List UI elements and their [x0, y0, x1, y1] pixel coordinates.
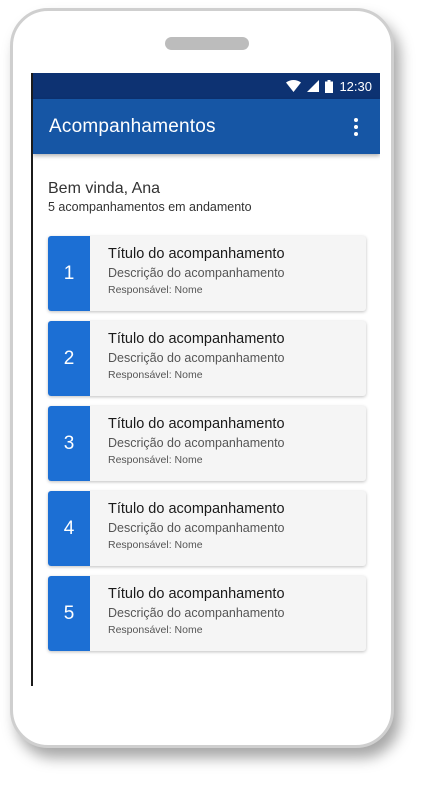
card-body: Título do acompanhamento Descrição do ac… [90, 576, 285, 651]
card-responsible: Responsável: Nome [108, 539, 203, 551]
card-description: Descrição do acompanhamento [108, 521, 285, 535]
status-time: 12:30 [339, 78, 372, 94]
card-body: Título do acompanhamento Descrição do ac… [90, 236, 285, 311]
card-description: Descrição do acompanhamento [108, 436, 285, 450]
card-responsible: Responsável: Nome [108, 454, 203, 466]
tracking-card[interactable]: 2 Título do acompanhamento Descrição do … [48, 321, 366, 396]
card-responsible: Responsável: Nome [108, 369, 203, 381]
card-title: Título do acompanhamento [108, 246, 285, 262]
phone-screen: 12:30 Acompanhamentos Bem vinda, Ana 5 a… [31, 73, 380, 686]
card-description: Descrição do acompanhamento [108, 351, 285, 365]
tracking-card[interactable]: 5 Título do acompanhamento Descrição do … [48, 576, 366, 651]
card-number-badge: 4 [48, 491, 90, 566]
battery-icon [325, 79, 334, 93]
tracking-list: 1 Título do acompanhamento Descrição do … [48, 236, 366, 651]
card-description: Descrição do acompanhamento [108, 266, 285, 280]
card-responsible: Responsável: Nome [108, 284, 203, 296]
app-title: Acompanhamentos [49, 115, 216, 137]
status-bar: 12:30 [33, 73, 380, 99]
card-responsible: Responsável: Nome [108, 624, 203, 636]
card-title: Título do acompanhamento [108, 331, 285, 347]
card-title: Título do acompanhamento [108, 416, 285, 432]
card-title: Título do acompanhamento [108, 586, 285, 602]
tracking-card[interactable]: 3 Título do acompanhamento Descrição do … [48, 406, 366, 481]
app-bar: Acompanhamentos [33, 99, 380, 154]
card-description: Descrição do acompanhamento [108, 606, 285, 620]
tracking-card[interactable]: 1 Título do acompanhamento Descrição do … [48, 236, 366, 311]
card-number-badge: 5 [48, 576, 90, 651]
card-number-badge: 2 [48, 321, 90, 396]
card-title: Título do acompanhamento [108, 501, 285, 517]
card-number-badge: 3 [48, 406, 90, 481]
tracking-count-text: 5 acompanhamentos em andamento [48, 200, 252, 214]
card-body: Título do acompanhamento Descrição do ac… [90, 321, 285, 396]
phone-frame: 12:30 Acompanhamentos Bem vinda, Ana 5 a… [10, 8, 394, 748]
wifi-icon [286, 80, 302, 92]
card-number-badge: 1 [48, 236, 90, 311]
greeting-text: Bem vinda, Ana [48, 180, 161, 197]
more-vert-icon[interactable] [346, 115, 366, 139]
main-content: Bem vinda, Ana 5 acompanhamentos em anda… [33, 154, 380, 651]
signal-icon [307, 80, 320, 92]
card-body: Título do acompanhamento Descrição do ac… [90, 491, 285, 566]
tracking-card[interactable]: 4 Título do acompanhamento Descrição do … [48, 491, 366, 566]
phone-speaker [165, 37, 249, 50]
card-body: Título do acompanhamento Descrição do ac… [90, 406, 285, 481]
